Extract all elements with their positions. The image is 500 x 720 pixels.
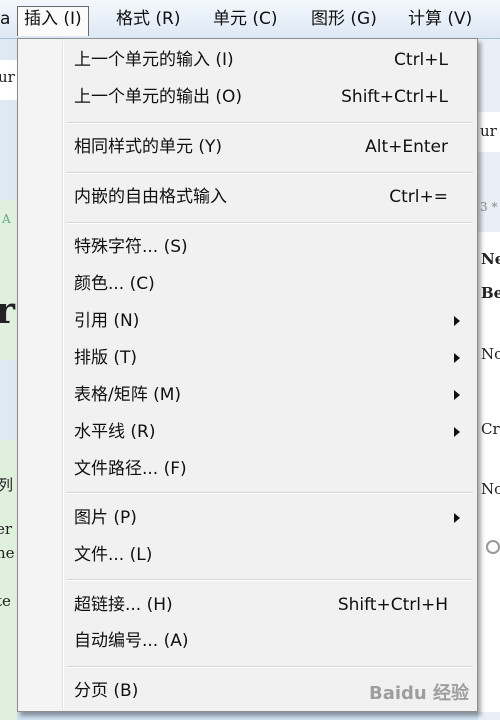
background-text: No [481,480,500,498]
menu-item-label: 上一个单元的输入 (I) [74,50,234,70]
menu-item-previous-output[interactable]: 上一个单元的输出 (O) Shift+Ctrl+L [21,80,474,114]
background-text: 3 * [480,200,498,214]
background-text: ur [480,122,497,140]
menu-item-label: 水平线 (R) [74,422,156,442]
background-text: Ne [481,250,500,268]
menubar-item-evaluation[interactable]: 计算 (V) [402,6,478,32]
background-text: er [0,520,13,538]
background-text: he [0,544,15,562]
menu-item-label: 表格/矩阵 (M) [74,385,182,405]
menu-item-label: 文件... (L) [74,545,153,565]
menubar-item-prev-fragment[interactable]: a [0,6,16,32]
menu-item-same-style-cell[interactable]: 相同样式的单元 (Y) Alt+Enter [21,130,474,164]
submenu-arrow-icon [454,427,460,437]
menu-separator [66,492,473,494]
menu-item-shortcut: Ctrl+= [389,187,448,207]
background-text: Be [481,284,500,302]
menubar-item-insert[interactable]: 插入 (I) [17,6,89,36]
menu-item-hyperlink[interactable]: 超链接... (H) Shift+Ctrl+H [21,588,474,622]
menu-item-horizontal-line[interactable]: 水平线 (R) [21,415,474,449]
menu-item-shortcut: Shift+Ctrl+L [341,87,448,107]
menu-bar: a 插入 (I) 格式 (R) 单元 (C) 图形 (G) 计算 (V) [0,0,500,39]
menu-item-label: 排版 (T) [74,348,138,368]
menu-item-label: 引用 (N) [74,311,140,331]
menu-item-picture[interactable]: 图片 (P) [21,501,474,535]
menu-separator [66,122,473,124]
menu-item-special-characters[interactable]: 特殊字符... (S) [21,230,474,264]
menu-item-label: 自动编号... (A) [74,631,189,651]
menu-item-shortcut: Ctrl+L [394,50,448,70]
menu-item-shortcut: Alt+Enter [365,137,448,157]
background-text: te [0,592,11,610]
menu-item-label: 分页 (B) [74,681,139,701]
submenu-arrow-icon [454,316,460,326]
watermark-logo: Baidu 经验 [368,683,469,704]
menu-item-label: 颜色... (C) [74,274,155,294]
menubar-item-format[interactable]: 格式 (R) [110,6,186,32]
insert-menu: 上一个单元的输入 (I) Ctrl+L 上一个单元的输出 (O) Shift+C… [17,38,478,712]
menu-item-citation[interactable]: 引用 (N) [21,304,474,338]
menu-item-label: 超链接... (H) [74,595,173,615]
menu-item-file-path[interactable]: 文件路径... (F) [21,452,474,486]
menubar-item-cell[interactable]: 单元 (C) [207,6,284,32]
menu-item-label: 文件路径... (F) [74,459,187,479]
submenu-arrow-icon [454,513,460,523]
background-text: No [481,345,500,363]
menu-item-label: 相同样式的单元 (Y) [74,137,223,157]
menu-item-automatic-numbering[interactable]: 自动编号... (A) [21,624,474,658]
menu-separator [66,222,473,224]
submenu-arrow-icon [454,390,460,400]
background-cell-right [478,232,500,712]
menu-item-typesetting[interactable]: 排版 (T) [21,341,474,375]
circle-icon [486,540,500,554]
menu-item-label: 特殊字符... (S) [74,237,188,257]
menu-item-previous-input[interactable]: 上一个单元的输入 (I) Ctrl+L [21,43,474,77]
menu-item-color[interactable]: 颜色... (C) [21,267,474,301]
menu-item-label: 内嵌的自由格式输入 [74,187,227,207]
menu-separator [66,579,473,581]
menu-separator [66,172,473,174]
menu-separator [66,666,473,668]
submenu-arrow-icon [454,353,460,363]
menubar-item-graphics[interactable]: 图形 (G) [305,6,383,32]
background-text: 列 [0,476,14,494]
background-text: ur [0,68,15,86]
menu-item-inline-free-form-input[interactable]: 内嵌的自由格式输入 Ctrl+= [21,180,474,214]
menu-item-file[interactable]: 文件... (L) [21,538,474,572]
menu-item-label: 图片 (P) [74,508,137,528]
background-text: A [2,212,11,226]
background-text: Cr [481,420,500,438]
menu-item-shortcut: Shift+Ctrl+H [337,595,448,615]
menu-item-table-matrix[interactable]: 表格/矩阵 (M) [21,378,474,412]
menu-item-label: 上一个单元的输出 (O) [74,87,243,107]
background-text: r [0,290,15,332]
